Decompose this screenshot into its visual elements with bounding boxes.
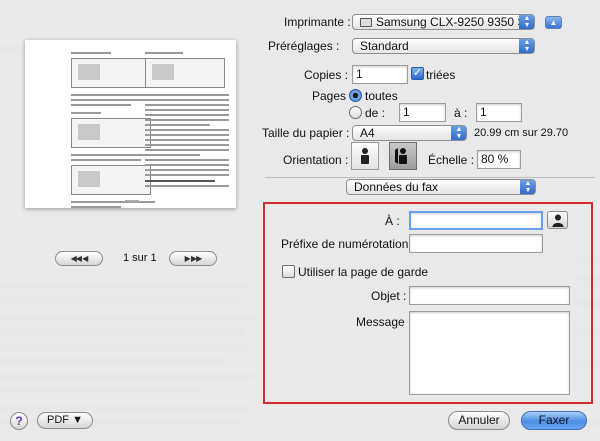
- message-label: Message :: [356, 315, 412, 329]
- scale-label: Échelle :: [428, 153, 475, 167]
- message-textarea[interactable]: [409, 311, 570, 395]
- address-book-button[interactable]: [547, 211, 568, 229]
- popup-arrows-icon: ▲ ▼: [519, 39, 534, 53]
- cancel-button[interactable]: Annuler: [448, 411, 510, 430]
- printer-icon: [360, 18, 372, 27]
- pages-all-radio[interactable]: [349, 89, 362, 102]
- separator: [265, 177, 595, 178]
- portrait-button[interactable]: [351, 142, 379, 170]
- dial-prefix-label: Préfixe de numérotation :: [281, 237, 416, 251]
- page-preview: [25, 40, 236, 208]
- subject-field[interactable]: [409, 286, 570, 305]
- paper-size-label: Taille du papier :: [262, 126, 350, 140]
- popup-arrows-icon: ▲ ▼: [451, 126, 466, 140]
- collated-checkbox[interactable]: ✓: [411, 67, 424, 80]
- cover-page-checkbox[interactable]: [282, 265, 295, 278]
- preview-column-right: [145, 52, 229, 190]
- subject-label: Objet :: [371, 289, 407, 303]
- fax-to-label: À :: [385, 214, 400, 228]
- pages-to-label: à :: [454, 106, 468, 120]
- landscape-icon: [395, 148, 407, 164]
- presets-value: Standard: [360, 39, 409, 53]
- previous-page-button[interactable]: ◀◀ ◀: [55, 251, 103, 266]
- popup-arrows-icon: ▲ ▼: [520, 180, 535, 194]
- pdf-menu-button[interactable]: PDF ▼: [37, 412, 93, 429]
- orientation-label: Orientation :: [283, 153, 349, 167]
- paper-size-popup[interactable]: A4 ▲ ▼: [352, 125, 467, 141]
- popup-arrows-icon: ▲ ▼: [519, 15, 534, 29]
- paper-size-value: A4: [360, 126, 375, 140]
- fax-to-field[interactable]: [409, 211, 543, 230]
- printer-value: Samsung CLX-9250 9350 S...: [376, 15, 535, 29]
- pages-to-field[interactable]: 1: [476, 103, 522, 122]
- printer-popup[interactable]: Samsung CLX-9250 9350 S... ▲ ▼: [352, 14, 535, 30]
- copies-label: Copies :: [304, 68, 349, 82]
- pages-from-label: de :: [365, 106, 386, 120]
- collated-label: triées: [426, 68, 456, 82]
- pages-label: Pages :: [312, 89, 353, 103]
- section-popup-value: Données du fax: [354, 180, 439, 194]
- triangle-up-icon[interactable]: ▲: [545, 16, 562, 29]
- person-icon: [552, 214, 564, 227]
- fax-send-button[interactable]: Faxer: [521, 411, 587, 430]
- help-button[interactable]: ?: [10, 412, 28, 430]
- paper-dimensions: 20.99 cm sur 29.70: [474, 127, 569, 139]
- presets-label: Préréglages :: [268, 39, 340, 53]
- pages-from-field[interactable]: 1: [399, 103, 446, 122]
- next-page-button[interactable]: ▶ ▶▶: [169, 251, 217, 266]
- landscape-button[interactable]: [389, 142, 417, 170]
- pages-all-label: toutes: [365, 89, 398, 103]
- portrait-icon: [361, 148, 369, 164]
- pages-range-radio[interactable]: [349, 106, 362, 119]
- dial-prefix-field[interactable]: [409, 234, 543, 253]
- printer-label: Imprimante :: [284, 15, 351, 29]
- presets-popup[interactable]: Standard ▲ ▼: [352, 38, 535, 54]
- scale-field[interactable]: 80 %: [477, 150, 521, 169]
- copies-field[interactable]: 1: [352, 65, 408, 84]
- section-popup[interactable]: Données du fax ▲ ▼: [346, 179, 536, 195]
- print-sheet: ◀◀ ◀ 1 sur 1 ▶ ▶▶ Imprimante : Samsung C…: [0, 0, 600, 441]
- page-counter: 1 sur 1: [123, 252, 157, 264]
- cover-page-label: Utiliser la page de garde: [298, 265, 429, 279]
- preview-column-left: [71, 52, 155, 208]
